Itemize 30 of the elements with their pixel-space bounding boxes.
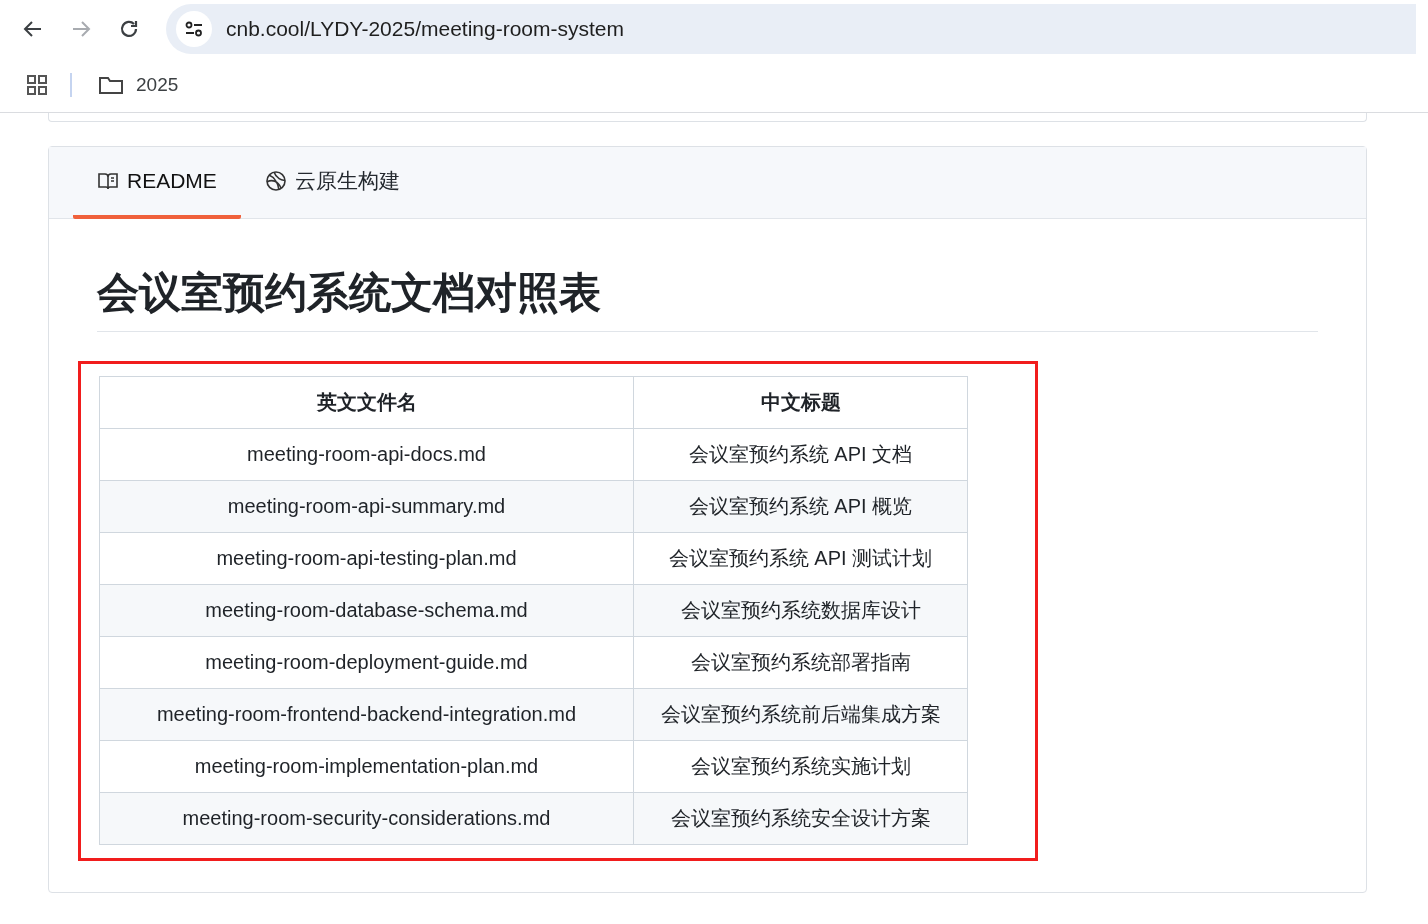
table-cell: meeting-room-api-testing-plan.md (99, 532, 634, 585)
table-cell: 会议室预约系统数据库设计 (633, 584, 968, 637)
table-cell: 会议室预约系统 API 概览 (633, 480, 968, 533)
table-cell: meeting-room-database-schema.md (99, 584, 634, 637)
tab[interactable]: 云原生构建 (240, 147, 424, 219)
site-settings-icon[interactable] (176, 11, 212, 47)
table-cell: 会议室预约系统前后端集成方案 (633, 688, 968, 741)
table-cell: 会议室预约系统实施计划 (633, 740, 968, 793)
table-cell: meeting-room-security-considerations.md (99, 792, 634, 845)
table-cell: meeting-room-deployment-guide.md (99, 636, 634, 689)
ball-icon (264, 170, 287, 192)
bookmark-folder[interactable]: 2025 (94, 72, 183, 98)
table-cell: 会议室预约系统部署指南 (633, 636, 968, 689)
table-cell: meeting-room-implementation-plan.md (99, 740, 634, 793)
apps-grid-icon[interactable] (26, 74, 48, 96)
book-icon (97, 171, 119, 191)
readme-heading: 会议室预约系统文档对照表 (97, 265, 1318, 332)
table-cell: meeting-room-api-summary.md (99, 480, 634, 533)
table-cell: meeting-room-frontend-backend-integration.md (99, 688, 634, 741)
table-cell: 会议室预约系统 API 文档 (633, 428, 968, 481)
column-header: 中文标题 (633, 376, 968, 429)
tab[interactable]: README (73, 147, 241, 219)
table-cell: meeting-room-api-docs.md (99, 428, 634, 481)
table-cell: 会议室预约系统安全设计方案 (633, 792, 968, 845)
table-cell: 会议室预约系统 API 测试计划 (633, 532, 968, 585)
column-header: 英文文件名 (99, 376, 634, 429)
reload-icon (118, 18, 140, 40)
folder-icon (98, 75, 124, 95)
address-bar[interactable]: cnb.cool/LYDY-2025/meeting-room-system (166, 4, 1416, 54)
url-text: cnb.cool/LYDY-2025/meeting-room-system (226, 17, 624, 41)
